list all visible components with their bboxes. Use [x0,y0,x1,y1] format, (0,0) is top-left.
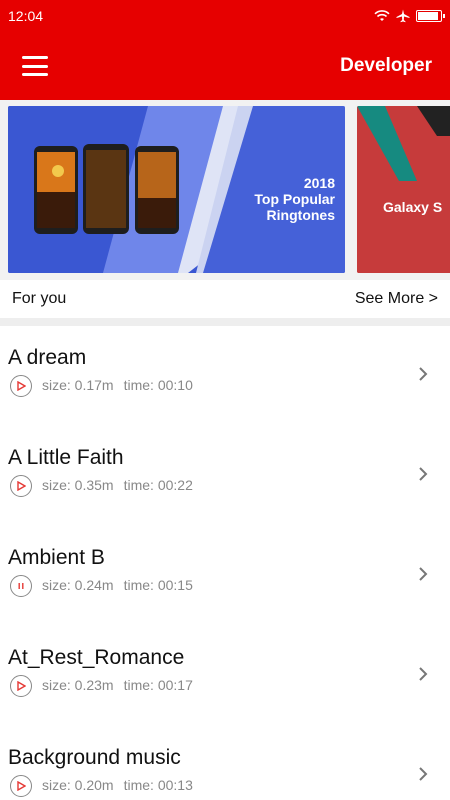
list-item[interactable]: Background music size: 0.20m time: 00:13 [0,726,450,800]
banner-1-line2: Top Popular [254,191,335,207]
app-title: Developer [340,55,432,76]
ringtone-title: Background music [8,746,181,769]
ringtone-title: Ambient B [8,546,105,569]
ringtone-time: time: 00:15 [123,577,193,593]
play-icon[interactable] [10,375,32,397]
ringtone-time: time: 00:13 [123,777,193,793]
play-icon[interactable] [10,475,32,497]
pause-icon[interactable] [10,575,32,597]
hamburger-menu-icon[interactable] [22,56,48,76]
ringtone-size: size: 0.35m [42,477,114,493]
banner-galaxy[interactable]: Galaxy S [357,106,450,273]
ringtone-time: time: 00:10 [123,377,193,393]
section-title: For you [12,290,67,307]
banner-1-caption: 2018 Top Popular Ringtones [254,175,335,223]
ringtone-meta: size: 0.35m time: 00:22 [42,477,193,493]
ringtone-title: A dream [8,346,87,369]
ringtone-list: A dream size: 0.17m time: 00:10 A Little … [0,326,450,800]
chevron-right-icon[interactable] [416,464,430,484]
play-icon[interactable] [10,775,32,797]
list-item[interactable]: Ambient B size: 0.24m time: 00:15 [0,526,450,626]
banner-2-caption: Galaxy S [383,199,443,215]
ringtone-size: size: 0.17m [42,377,114,393]
chevron-right-icon[interactable] [416,364,430,384]
section-header: For you See More > [0,280,450,318]
ringtone-title: At_Rest_Romance [8,646,185,669]
play-icon[interactable] [10,675,32,697]
ringtone-time: time: 00:22 [123,477,193,493]
ringtone-meta: size: 0.24m time: 00:15 [42,577,193,593]
ringtone-title: A Little Faith [8,446,124,469]
status-time: 12:04 [8,8,44,24]
chevron-right-icon[interactable] [416,564,430,584]
status-bar: 12:04 [0,0,450,32]
list-item[interactable]: At_Rest_Romance size: 0.23m time: 00:17 [0,626,450,726]
chevron-right-icon[interactable] [416,764,430,784]
ringtone-size: size: 0.20m [42,777,114,793]
ringtone-time: time: 00:17 [123,677,193,693]
chevron-right-icon[interactable] [416,664,430,684]
ringtone-meta: size: 0.17m time: 00:10 [42,377,193,393]
banner-1-line3: Ringtones [266,207,335,223]
ringtone-meta: size: 0.23m time: 00:17 [42,677,193,693]
banner-top-ringtones[interactable]: 2018 Top Popular Ringtones [8,106,345,273]
airplane-icon [396,9,410,23]
section-divider [0,318,450,326]
banner-carousel[interactable]: 2018 Top Popular Ringtones Galaxy S [0,100,450,280]
battery-icon [416,10,445,22]
wifi-icon [374,10,390,21]
ringtone-size: size: 0.23m [42,677,114,693]
list-item[interactable]: A dream size: 0.17m time: 00:10 [0,326,450,426]
ringtone-size: size: 0.24m [42,577,114,593]
banner-2-artwork [357,106,450,273]
ringtone-meta: size: 0.20m time: 00:13 [42,777,193,793]
list-item[interactable]: A Little Faith size: 0.35m time: 00:22 [0,426,450,526]
status-icons [374,9,445,23]
banner-1-year: 2018 [303,175,335,191]
app-bar: Developer [0,32,450,100]
see-more-link[interactable]: See More > [355,290,438,308]
